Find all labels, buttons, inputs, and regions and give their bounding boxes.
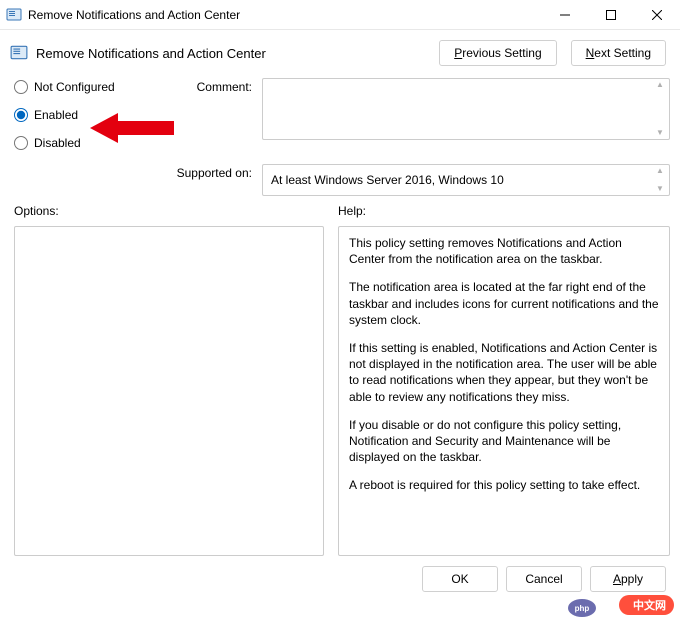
radio-not-configured[interactable]: Not Configured: [14, 80, 164, 94]
help-text: A reboot is required for this policy set…: [349, 477, 659, 493]
help-panel: This policy setting removes Notification…: [338, 226, 670, 556]
help-text: If this setting is enabled, Notification…: [349, 340, 659, 405]
footer: OK Cancel Apply: [0, 556, 680, 602]
scrollbar[interactable]: ▲▼: [653, 81, 667, 137]
options-panel: [14, 226, 324, 556]
supported-on-value: At least Windows Server 2016, Windows 10: [271, 173, 504, 187]
radio-label: Enabled: [34, 108, 78, 122]
scroll-up-icon: ▲: [656, 81, 664, 89]
radio-input[interactable]: [14, 136, 28, 150]
scroll-up-icon: ▲: [656, 167, 664, 175]
window-title: Remove Notifications and Action Center: [28, 8, 240, 22]
watermark-badge: 中文网: [619, 595, 674, 615]
ok-button[interactable]: OK: [422, 566, 498, 592]
apply-button[interactable]: Apply: [590, 566, 666, 592]
watermark-logo: php: [568, 599, 596, 617]
next-setting-button[interactable]: Next Setting: [571, 40, 666, 66]
comment-input[interactable]: ▲▼: [262, 78, 670, 140]
help-text: The notification area is located at the …: [349, 279, 659, 328]
window-controls: [542, 0, 680, 30]
close-button[interactable]: [634, 0, 680, 30]
comment-label: Comment:: [168, 78, 258, 94]
page-title: Remove Notifications and Action Center: [36, 46, 266, 61]
titlebar[interactable]: Remove Notifications and Action Center: [0, 0, 680, 30]
header-row: Remove Notifications and Action Center P…: [0, 30, 680, 72]
supported-on-field: At least Windows Server 2016, Windows 10…: [262, 164, 670, 196]
policy-icon: [10, 44, 28, 62]
radio-label: Not Configured: [34, 80, 115, 94]
radio-input[interactable]: [14, 108, 28, 122]
maximize-button[interactable]: [588, 0, 634, 30]
cancel-button[interactable]: Cancel: [506, 566, 582, 592]
minimize-button[interactable]: [542, 0, 588, 30]
radio-input[interactable]: [14, 80, 28, 94]
scroll-down-icon: ▼: [656, 129, 664, 137]
options-label: Options:: [14, 204, 324, 218]
help-text: If you disable or do not configure this …: [349, 417, 659, 466]
annotation-arrow: [90, 113, 174, 143]
scrollbar[interactable]: ▲▼: [653, 167, 667, 193]
help-text: This policy setting removes Notification…: [349, 235, 659, 267]
radio-label: Disabled: [34, 136, 81, 150]
policy-icon: [6, 7, 22, 23]
help-label: Help:: [338, 204, 670, 218]
previous-setting-button[interactable]: Previous Setting: [439, 40, 556, 66]
scroll-down-icon: ▼: [656, 185, 664, 193]
supported-on-label: Supported on:: [168, 164, 258, 180]
